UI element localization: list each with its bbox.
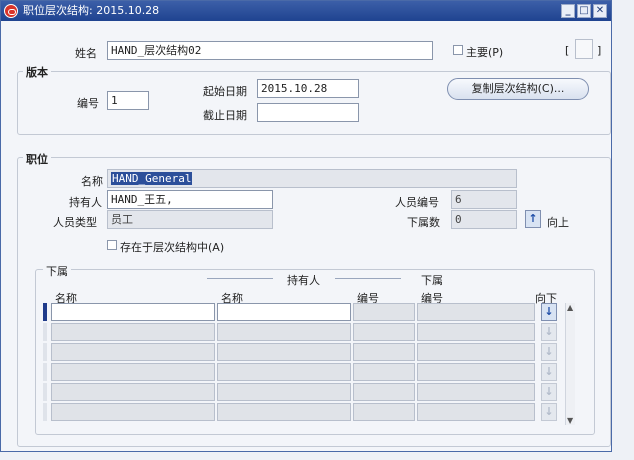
version-number-field[interactable]: 1 [107, 91, 149, 110]
table-cell[interactable] [417, 323, 535, 341]
subordinate-group-header: 下属 [421, 274, 443, 287]
holder-field[interactable]: HAND_王五, [107, 190, 273, 209]
employee-type-field: 员工 [107, 210, 273, 229]
table-cell[interactable] [353, 343, 415, 361]
table-cell[interactable] [353, 403, 415, 421]
bracket-open: [ [565, 44, 570, 57]
hierarchy-window: 职位层次结构: 2015.10.28 _ □ ✕ 姓名 HAND_层次结构02 … [0, 0, 612, 452]
row-indicator[interactable] [43, 363, 47, 381]
context-field[interactable] [575, 39, 593, 59]
position-group-title: 职位 [23, 151, 51, 167]
exists-in-hierarchy-checkbox[interactable] [107, 240, 117, 250]
table-cell[interactable] [353, 363, 415, 381]
row-indicator[interactable] [43, 343, 47, 361]
down-arrow-icon[interactable]: ↓ [541, 383, 557, 401]
table-cell[interactable] [217, 363, 351, 381]
table-cell[interactable] [417, 343, 535, 361]
table-cell[interactable] [51, 343, 215, 361]
end-date-field[interactable] [257, 103, 359, 122]
position-name-label: 名称 [81, 175, 103, 188]
version-number-label: 编号 [77, 97, 99, 110]
down-arrow-icon[interactable]: ↓ [541, 363, 557, 381]
row-indicator[interactable] [43, 403, 47, 421]
exists-in-hierarchy-label: 存在于层次结构中(A) [120, 241, 225, 254]
up-label: 向上 [547, 216, 569, 229]
table-cell[interactable] [51, 403, 215, 421]
table-cell[interactable] [353, 303, 415, 321]
row-indicator[interactable] [43, 303, 47, 321]
down-arrow-icon[interactable]: ↓ [541, 403, 557, 421]
position-name-value: HAND_General [111, 172, 193, 185]
table-cell[interactable] [417, 383, 535, 401]
scroll-down-icon[interactable]: ▼ [567, 416, 573, 425]
employee-number-label: 人员编号 [395, 196, 439, 209]
holder-group-header: 持有人 [287, 274, 320, 287]
up-arrow-icon[interactable]: ↑ [525, 210, 541, 228]
table-cell[interactable] [417, 363, 535, 381]
row-indicator[interactable] [43, 323, 47, 341]
holder-group-line-left [207, 278, 273, 279]
down-arrow-icon[interactable]: ↓ [541, 343, 557, 361]
hierarchy-name-field[interactable]: HAND_层次结构02 [107, 41, 433, 60]
start-date-field[interactable]: 2015.10.28 [257, 79, 359, 98]
table-cell[interactable] [217, 343, 351, 361]
position-name-field[interactable]: HAND_General [107, 169, 517, 188]
table-cell[interactable] [217, 403, 351, 421]
employee-type-label: 人员类型 [53, 216, 97, 229]
start-date-label: 起始日期 [203, 85, 247, 98]
employee-number-field: 6 [451, 190, 517, 209]
subordinate-count-field: 0 [451, 210, 517, 229]
oracle-app-icon [4, 4, 18, 18]
maximize-button[interactable]: □ [577, 4, 591, 18]
subordinate-count-label: 下属数 [407, 216, 440, 229]
table-cell[interactable] [217, 383, 351, 401]
minimize-button[interactable]: _ [561, 4, 575, 18]
copy-hierarchy-button[interactable]: 复制层次结构(C)... [447, 78, 589, 100]
table-cell[interactable] [417, 303, 535, 321]
title-bar: 职位层次结构: 2015.10.28 _ □ ✕ [1, 1, 611, 21]
down-arrow-icon[interactable]: ↓ [541, 303, 557, 321]
down-arrow-icon[interactable]: ↓ [541, 323, 557, 341]
holder-label: 持有人 [69, 196, 102, 209]
table-cell[interactable] [51, 383, 215, 401]
subordinates-group-title: 下属 [43, 263, 71, 279]
version-group-title: 版本 [23, 64, 51, 80]
table-cell[interactable] [217, 323, 351, 341]
table-scrollbar[interactable]: ▲ ▼ [565, 303, 575, 425]
bracket-close: ] [597, 44, 602, 57]
primary-label: 主要(P) [466, 46, 504, 59]
table-cell[interactable] [51, 323, 215, 341]
holder-group-line-right [335, 278, 401, 279]
table-cell[interactable] [417, 403, 535, 421]
table-cell[interactable] [51, 303, 215, 321]
row-indicator[interactable] [43, 383, 47, 401]
end-date-label: 截止日期 [203, 109, 247, 122]
window-title: 职位层次结构: 2015.10.28 [23, 4, 160, 17]
table-cell[interactable] [353, 323, 415, 341]
close-button[interactable]: ✕ [593, 4, 607, 18]
table-cell[interactable] [217, 303, 351, 321]
name-label: 姓名 [75, 47, 97, 60]
table-cell[interactable] [353, 383, 415, 401]
scroll-up-icon[interactable]: ▲ [567, 303, 573, 312]
table-cell[interactable] [51, 363, 215, 381]
primary-checkbox[interactable] [453, 45, 463, 55]
